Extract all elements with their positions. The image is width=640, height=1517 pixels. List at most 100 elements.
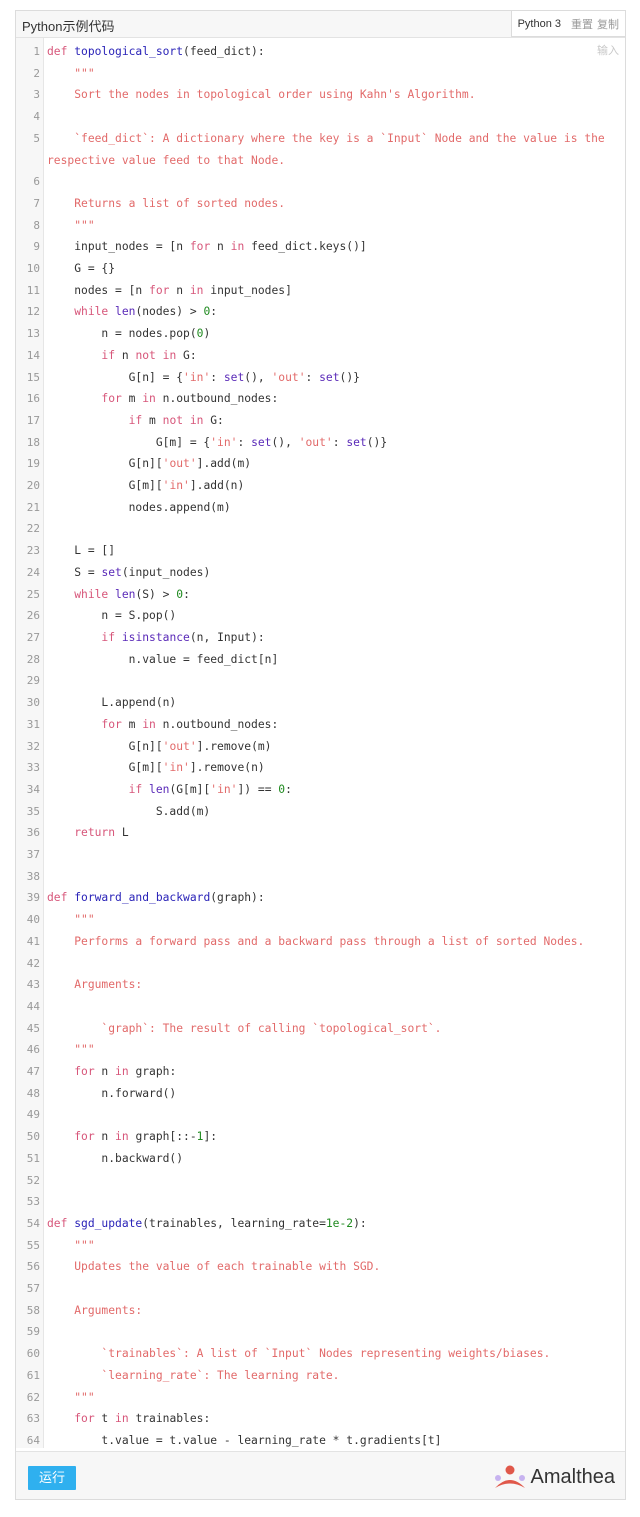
line-source: def sgd_update(trainables, learning_rate… <box>43 1213 617 1235</box>
card-title: Python示例代码 <box>22 19 115 34</box>
code-token: `learning_rate`: The learning rate. <box>47 1368 340 1382</box>
code-token: G[m][ <box>47 479 163 493</box>
code-line[interactable]: 28 n.value = feed_dict[n] <box>16 649 625 671</box>
code-line[interactable]: 45 `graph`: The result of calling `topol… <box>16 1018 625 1040</box>
code-line[interactable]: 54 def sgd_update(trainables, learning_ra… <box>16 1213 625 1235</box>
code-line[interactable]: 32 G[n]['out'].remove(m) <box>16 736 625 758</box>
code-line[interactable]: 42 <box>16 953 625 975</box>
code-line[interactable]: 23 L = [] <box>16 540 625 562</box>
code-line[interactable]: 12 while len(nodes) > 0: <box>16 301 625 323</box>
line-source: """ <box>43 1387 617 1409</box>
code-line[interactable]: 36 return L <box>16 822 625 844</box>
copy-button[interactable]: 复制 <box>597 16 619 32</box>
code-line[interactable]: 61 `learning_rate`: The learning rate. <box>16 1365 625 1387</box>
code-token: for <box>47 392 122 406</box>
code-line[interactable]: 35 S.add(m) <box>16 801 625 823</box>
code-line[interactable]: 13 n = nodes.pop(0) <box>16 323 625 345</box>
code-line[interactable]: 5 `feed_dict`: A dictionary where the ke… <box>16 128 625 171</box>
code-line[interactable]: 3 Sort the nodes in topological order us… <box>16 84 625 106</box>
code-token: m <box>142 413 163 427</box>
code-line[interactable]: 33 G[m]['in'].remove(n) <box>16 757 625 779</box>
line-number: 38 <box>26 869 40 883</box>
code-token: `feed_dict`: A dictionary where the key … <box>47 131 612 167</box>
language-label[interactable]: Python 3 <box>518 18 561 30</box>
card-header: Python示例代码 Python 3 重置 复制 <box>16 10 626 38</box>
code-line[interactable]: 47 for n in graph: <box>16 1061 625 1083</box>
code-editor[interactable]: 输入 1 def topological_sort(feed_dict): 2 ""… <box>16 38 625 1448</box>
code-line[interactable]: 56 Updates the value of each trainable w… <box>16 1256 625 1278</box>
code-line[interactable]: 43 Arguments: <box>16 974 625 996</box>
code-line[interactable]: 38 <box>16 866 625 888</box>
code-token: sgd_update <box>74 1216 143 1230</box>
code-line[interactable]: 49 <box>16 1104 625 1126</box>
code-line[interactable]: 4 <box>16 106 625 128</box>
code-token: if <box>47 630 116 644</box>
code-line[interactable]: 52 <box>16 1170 625 1192</box>
code-line[interactable]: 40 """ <box>16 909 625 931</box>
code-line[interactable]: 34 if len(G[m]['in']) == 0: <box>16 779 625 801</box>
code-token: set <box>101 565 122 579</box>
code-line[interactable]: 53 <box>16 1191 625 1213</box>
code-line[interactable]: 19 G[n]['out'].add(m) <box>16 453 625 475</box>
code-line[interactable]: 48 n.forward() <box>16 1083 625 1105</box>
code-line[interactable]: 29 <box>16 670 625 692</box>
code-line[interactable]: 31 for m in n.outbound_nodes: <box>16 714 625 736</box>
line-source: """ <box>43 63 617 85</box>
code-line[interactable]: 63 for t in trainables: <box>16 1408 625 1430</box>
line-source: """ <box>43 1235 617 1257</box>
code-line[interactable]: 46 """ <box>16 1039 625 1061</box>
code-line[interactable]: 55 """ <box>16 1235 625 1257</box>
reset-button[interactable]: 重置 <box>571 16 593 32</box>
code-line[interactable]: 30 L.append(n) <box>16 692 625 714</box>
code-line[interactable]: 21 nodes.append(m) <box>16 497 625 519</box>
code-line[interactable]: 27 if isinstance(n, Input): <box>16 627 625 649</box>
code-line[interactable]: 64 t.value = t.value - learning_rate * t… <box>16 1430 625 1452</box>
code-token: for <box>47 1412 95 1426</box>
code-line[interactable]: 24 S = set(input_nodes) <box>16 562 625 584</box>
code-line[interactable]: 10 G = {} <box>16 258 625 280</box>
code-line[interactable]: 37 <box>16 844 625 866</box>
code-line[interactable]: 17 if m not in G: <box>16 410 625 432</box>
code-token: ]: <box>203 1130 218 1144</box>
code-line[interactable]: 2 """ <box>16 63 625 85</box>
code-token: """ <box>47 913 95 927</box>
code-line[interactable]: 6 <box>16 171 625 193</box>
line-source: def topological_sort(feed_dict): <box>43 41 617 63</box>
code-line[interactable]: 20 G[m]['in'].add(n) <box>16 475 625 497</box>
code-line[interactable]: 9 input_nodes = [n for n in feed_dict.ke… <box>16 236 625 258</box>
code-line[interactable]: 58 Arguments: <box>16 1300 625 1322</box>
code-line[interactable]: 7 Returns a list of sorted nodes. <box>16 193 625 215</box>
code-line[interactable]: 25 while len(S) > 0: <box>16 584 625 606</box>
code-line[interactable]: 41 Performs a forward pass and a backwar… <box>16 931 625 953</box>
code-line[interactable]: 51 n.backward() <box>16 1148 625 1170</box>
code-token: def <box>47 1216 75 1230</box>
code-line[interactable]: 1 def topological_sort(feed_dict): <box>16 41 625 63</box>
code-line[interactable]: 8 """ <box>16 215 625 237</box>
line-number: 15 <box>26 370 40 384</box>
code-line[interactable]: 57 <box>16 1278 625 1300</box>
code-token: (n, Input): <box>189 630 265 644</box>
code-token: Arguments: <box>47 978 143 992</box>
code-line[interactable]: 15 G[n] = {'in': set(), 'out': set()} <box>16 367 625 389</box>
code-line[interactable]: 59 <box>16 1321 625 1343</box>
code-token: `graph`: The result of calling `topologi… <box>47 1021 442 1035</box>
code-line[interactable]: 50 for n in graph[::-1]: <box>16 1126 625 1148</box>
line-number: 44 <box>26 999 40 1013</box>
code-line[interactable]: 39 def forward_and_backward(graph): <box>16 887 625 909</box>
code-token: `trainables`: A list of `Input` Nodes re… <box>47 1347 551 1361</box>
code-line[interactable]: 16 for m in n.outbound_nodes: <box>16 388 625 410</box>
code-line[interactable]: 26 n = S.pop() <box>16 605 625 627</box>
line-source: L = [] <box>43 540 617 562</box>
code-line[interactable]: 11 nodes = [n for n in input_nodes] <box>16 280 625 302</box>
code-line[interactable]: 60 `trainables`: A list of `Input` Nodes… <box>16 1343 625 1365</box>
line-number: 22 <box>26 522 40 536</box>
code-line[interactable]: 22 <box>16 518 625 540</box>
line-number: 62 <box>26 1390 40 1404</box>
run-button[interactable]: 运行 <box>28 1466 76 1490</box>
code-line[interactable]: 62 """ <box>16 1387 625 1409</box>
code-token: set <box>223 370 245 384</box>
code-line[interactable]: 18 G[m] = {'in': set(), 'out': set()} <box>16 432 625 454</box>
code-line[interactable]: 44 <box>16 996 625 1018</box>
code-token: 'out' <box>271 370 306 384</box>
code-line[interactable]: 14 if n not in G: <box>16 345 625 367</box>
